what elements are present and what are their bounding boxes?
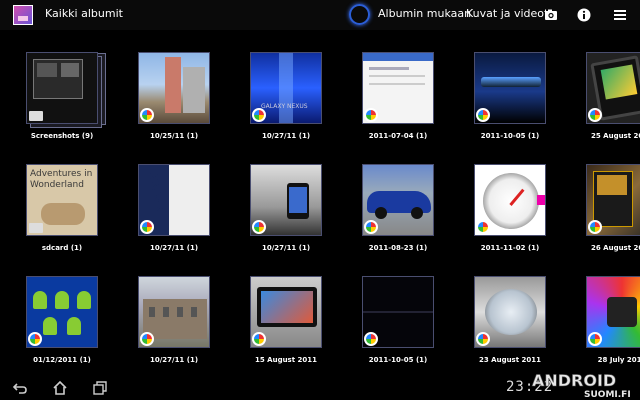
album-thumbnail[interactable] <box>586 164 640 236</box>
folder-icon <box>29 111 43 121</box>
album-caption: 26 August 2011 <box>590 244 640 252</box>
picasa-badge-icon <box>364 108 378 122</box>
album-thumbnail[interactable] <box>586 276 640 348</box>
album-caption: Screenshots (9) <box>30 132 94 140</box>
picasa-badge-icon <box>252 332 266 346</box>
album-thumbnail[interactable] <box>474 52 546 124</box>
album-thumbnail[interactable] <box>26 52 98 124</box>
picasa-badge-icon <box>588 332 602 346</box>
wallpaper-text: Adventures in Wonderland <box>30 169 93 190</box>
album-thumbnail[interactable] <box>138 276 210 348</box>
album-thumbnail[interactable] <box>362 276 434 348</box>
folder-icon <box>29 223 43 233</box>
album-thumbnail[interactable] <box>250 164 322 236</box>
album-caption: 2011-11-02 (1) <box>480 244 540 252</box>
album-caption: 10/27/11 (1) <box>149 356 199 364</box>
watermark-line1: ANDROID <box>532 371 616 390</box>
album-thumbnail[interactable] <box>362 164 434 236</box>
album-thumbnail[interactable] <box>250 276 322 348</box>
picasa-badge-icon <box>140 332 154 346</box>
album-thumbnail[interactable] <box>586 52 640 124</box>
picasa-badge-icon <box>140 220 154 234</box>
album-thumbnail[interactable] <box>474 276 546 348</box>
album-caption: sdcard (1) <box>41 244 83 252</box>
album-thumbnail[interactable] <box>474 164 546 236</box>
album-caption: 2011-10-05 (1) <box>480 132 540 140</box>
picasa-badge-icon <box>476 108 490 122</box>
watermark-line2: SUOMI.FI <box>584 390 631 400</box>
album-grid: Screenshots (9) 10/25/11 (1) GALAXY NEXU… <box>0 38 640 370</box>
picasa-badge-icon <box>476 220 490 234</box>
album-thumbnail[interactable] <box>26 276 98 348</box>
picasa-badge-icon <box>364 220 378 234</box>
album-caption: 01/12/2011 (1) <box>33 356 91 364</box>
watermark-logo: ANDROID SUOMI.FI <box>532 371 631 400</box>
album-caption: 2011-07-04 (1) <box>368 132 428 140</box>
menu-icon[interactable] <box>612 7 628 23</box>
picasa-badge-icon <box>28 332 42 346</box>
album-caption: 10/25/11 (1) <box>149 132 199 140</box>
info-icon[interactable] <box>576 7 592 23</box>
action-bar: Kaikki albumit Albumin mukaan Kuvat ja v… <box>0 0 640 30</box>
album-caption: 10/27/11 (1) <box>261 132 311 140</box>
picasa-badge-icon <box>364 332 378 346</box>
album-caption: 28 July 2011 <box>597 356 640 364</box>
loading-spinner-icon <box>349 4 370 25</box>
album-thumbnail[interactable]: Adventures in Wonderland <box>26 164 98 236</box>
home-icon[interactable] <box>52 380 68 396</box>
album-thumbnail[interactable]: GALAXY NEXUS <box>250 52 322 124</box>
album-caption: 15 August 2011 <box>254 356 317 364</box>
picasa-badge-icon <box>588 108 602 122</box>
page-title: Kaikki albumit <box>45 7 123 20</box>
album-thumbnail[interactable] <box>362 52 434 124</box>
album-caption: 10/27/11 (1) <box>261 244 311 252</box>
album-thumbnail[interactable] <box>138 52 210 124</box>
album-caption: 2011-08-23 (1) <box>368 244 428 252</box>
group-by-album-button[interactable]: Albumin mukaan <box>378 7 471 20</box>
camera-icon[interactable] <box>543 7 559 23</box>
album-caption: 10/27/11 (1) <box>149 244 199 252</box>
images-and-videos-button[interactable]: Kuvat ja videot <box>466 7 548 20</box>
gallery-app-icon[interactable] <box>13 5 33 25</box>
album-caption: 23 August 2011 <box>478 356 541 364</box>
album-caption: 2011-10-05 (1) <box>368 356 428 364</box>
picasa-badge-icon <box>140 108 154 122</box>
picasa-badge-icon <box>588 220 602 234</box>
recent-apps-icon[interactable] <box>92 380 108 396</box>
album-thumbnail[interactable]: NNAIR <box>138 164 210 236</box>
album-caption: 25 August 2011 <box>590 132 640 140</box>
picasa-badge-icon <box>476 332 490 346</box>
picasa-badge-icon <box>252 108 266 122</box>
back-icon[interactable] <box>12 380 28 396</box>
picasa-badge-icon <box>252 220 266 234</box>
